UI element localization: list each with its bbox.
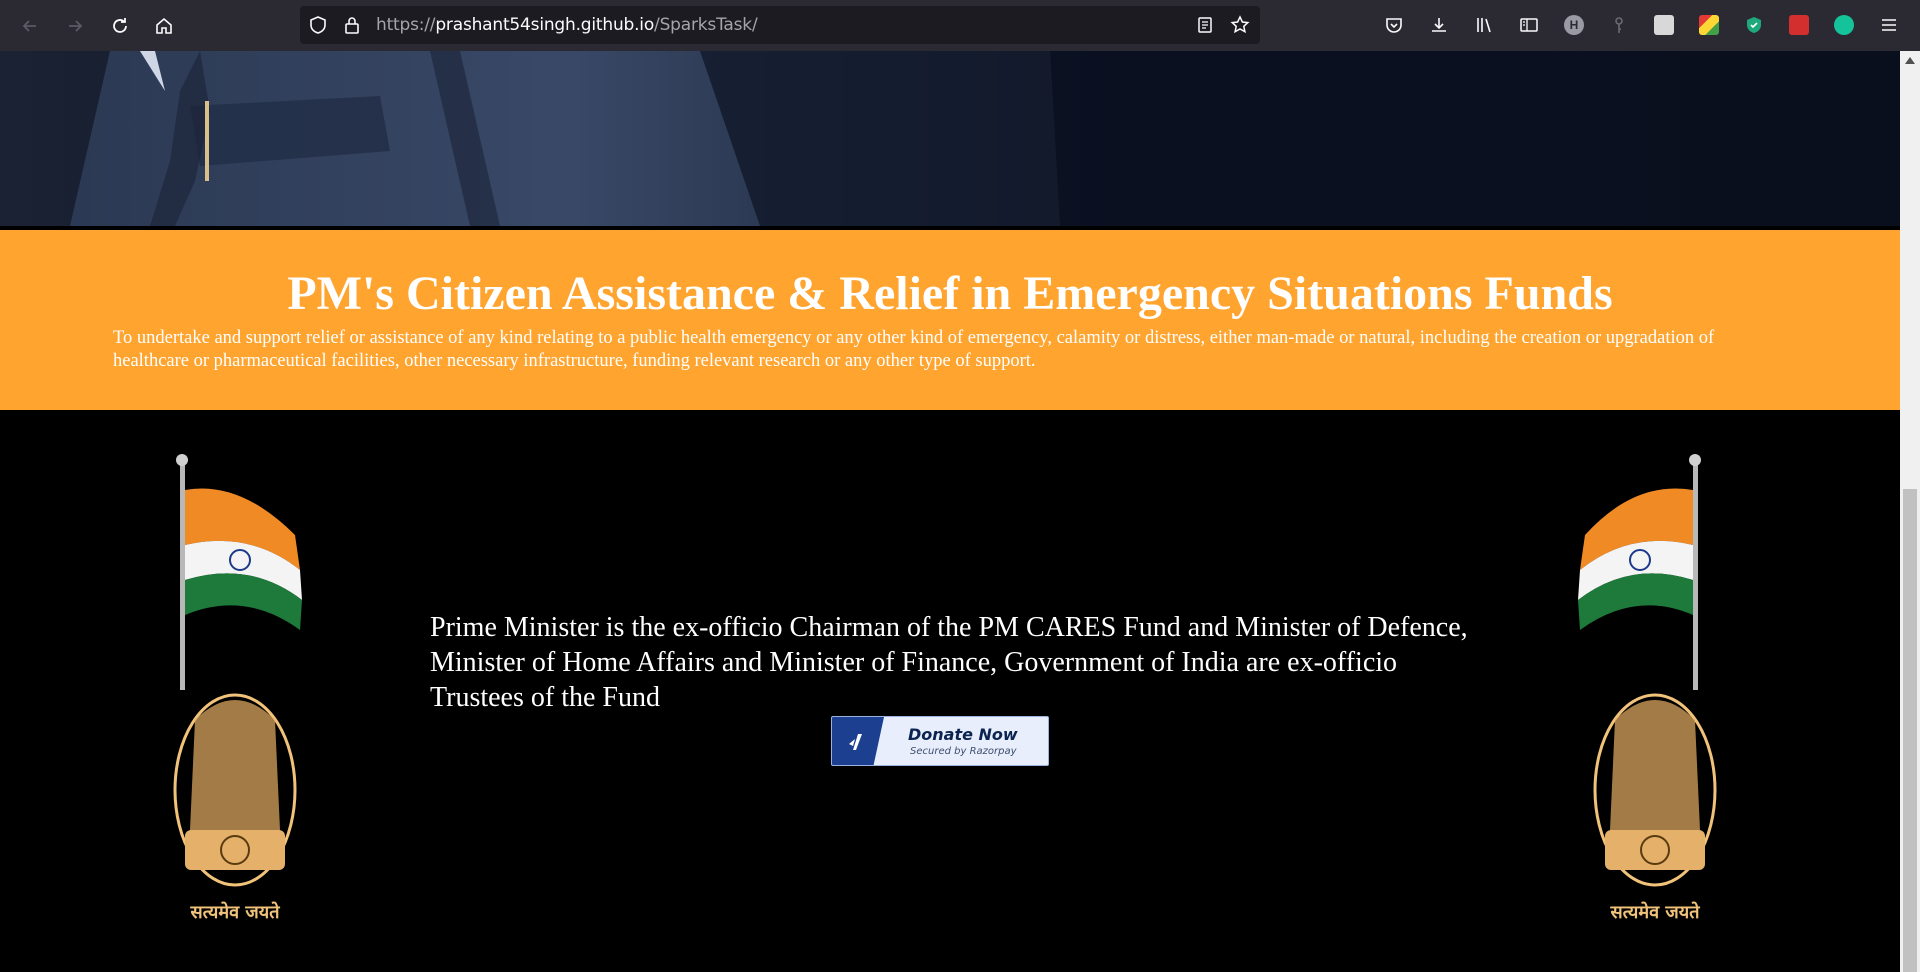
downloads-button[interactable] xyxy=(1427,13,1451,37)
donate-label: Donate Now xyxy=(908,725,1018,744)
donate-sublabel: Secured by Razorpay xyxy=(910,746,1017,757)
hero-image xyxy=(0,51,1900,226)
banner-title: PM's Citizen Assistance & Relief in Emer… xyxy=(287,267,1613,320)
download-icon xyxy=(1432,18,1446,32)
color-extension-icon xyxy=(1699,15,1719,35)
grammarly-button[interactable] xyxy=(1832,13,1856,37)
reload-button[interactable] xyxy=(107,13,133,39)
page-viewport: PM's Citizen Assistance & Relief in Emer… xyxy=(0,51,1900,972)
green-shield-icon xyxy=(1747,17,1761,33)
donate-button[interactable]: Donate Now Secured by Razorpay xyxy=(831,716,1049,766)
address-bar[interactable]: https://prashant54singh.github.io/Sparks… xyxy=(300,6,1260,44)
vertical-scrollbar[interactable] xyxy=(1900,51,1920,972)
extension-gray-button[interactable] xyxy=(1652,13,1676,37)
extension-icon xyxy=(1654,15,1674,35)
bookmark-star-icon[interactable] xyxy=(1230,15,1250,35)
url-text[interactable]: https://prashant54singh.github.io/Sparks… xyxy=(376,15,758,35)
sidebar-icon xyxy=(1520,18,1538,32)
left-emblem: सत्यमेव जयते xyxy=(130,450,350,930)
browser-toolbar: https://prashant54singh.github.io/Sparks… xyxy=(0,0,1920,51)
hamburger-menu-icon xyxy=(1882,19,1896,31)
url-path: /SparksTask/ xyxy=(654,15,758,35)
trustees-text: Prime Minister is the ex-officio Chairma… xyxy=(430,612,1468,713)
grammarly-icon xyxy=(1834,15,1854,35)
reload-icon xyxy=(113,18,127,33)
scroll-up-icon[interactable] xyxy=(1905,57,1915,64)
extension-shield-button[interactable] xyxy=(1742,13,1766,37)
trustees-section: सत्यमेव जयते सत्यमेव जयते Prime Minister… xyxy=(0,410,1900,972)
razorpay-icon xyxy=(849,734,862,750)
left-motto: सत्यमेव जयते xyxy=(190,901,281,923)
banner-description: To undertake and support relief or assis… xyxy=(113,328,1715,371)
back-button[interactable] xyxy=(17,13,43,39)
suited-figure-image xyxy=(70,51,1060,226)
key-icon xyxy=(1615,17,1623,33)
library-icon xyxy=(1477,18,1491,33)
reader-view-icon[interactable] xyxy=(1195,15,1215,35)
home-icon xyxy=(156,17,172,34)
home-button[interactable] xyxy=(151,13,177,39)
library-button[interactable] xyxy=(1472,13,1496,37)
extension-key-button[interactable] xyxy=(1607,13,1631,37)
pocket-button[interactable] xyxy=(1382,13,1406,37)
razorpay-logo xyxy=(832,717,884,765)
flag-and-emblem-image: सत्यमेव जयते xyxy=(1578,454,1717,923)
sidebar-button[interactable] xyxy=(1517,13,1541,37)
flag-and-emblem-image: सत्यमेव जयते xyxy=(173,454,302,923)
shield-icon[interactable] xyxy=(308,15,328,35)
arrow-right-icon xyxy=(69,20,83,32)
menu-button[interactable] xyxy=(1877,13,1901,37)
scroll-thumb[interactable] xyxy=(1903,489,1917,972)
extension-h-button[interactable]: H xyxy=(1562,13,1586,37)
url-host: prashant54singh.github.io xyxy=(435,15,655,35)
right-emblem: सत्यमेव जयते xyxy=(1560,450,1780,930)
extension-red-button[interactable] xyxy=(1787,13,1811,37)
right-motto: सत्यमेव जयते xyxy=(1610,901,1701,923)
h-extension-icon: H xyxy=(1564,15,1584,35)
url-scheme: https:// xyxy=(376,15,436,35)
orange-banner: PM's Citizen Assistance & Relief in Emer… xyxy=(0,230,1900,410)
pocket-icon xyxy=(1386,18,1402,33)
extension-color-button[interactable] xyxy=(1697,13,1721,37)
forward-button[interactable] xyxy=(62,13,88,39)
arrow-left-icon xyxy=(22,20,36,32)
lock-icon[interactable] xyxy=(342,15,362,35)
red-extension-icon xyxy=(1789,15,1809,35)
